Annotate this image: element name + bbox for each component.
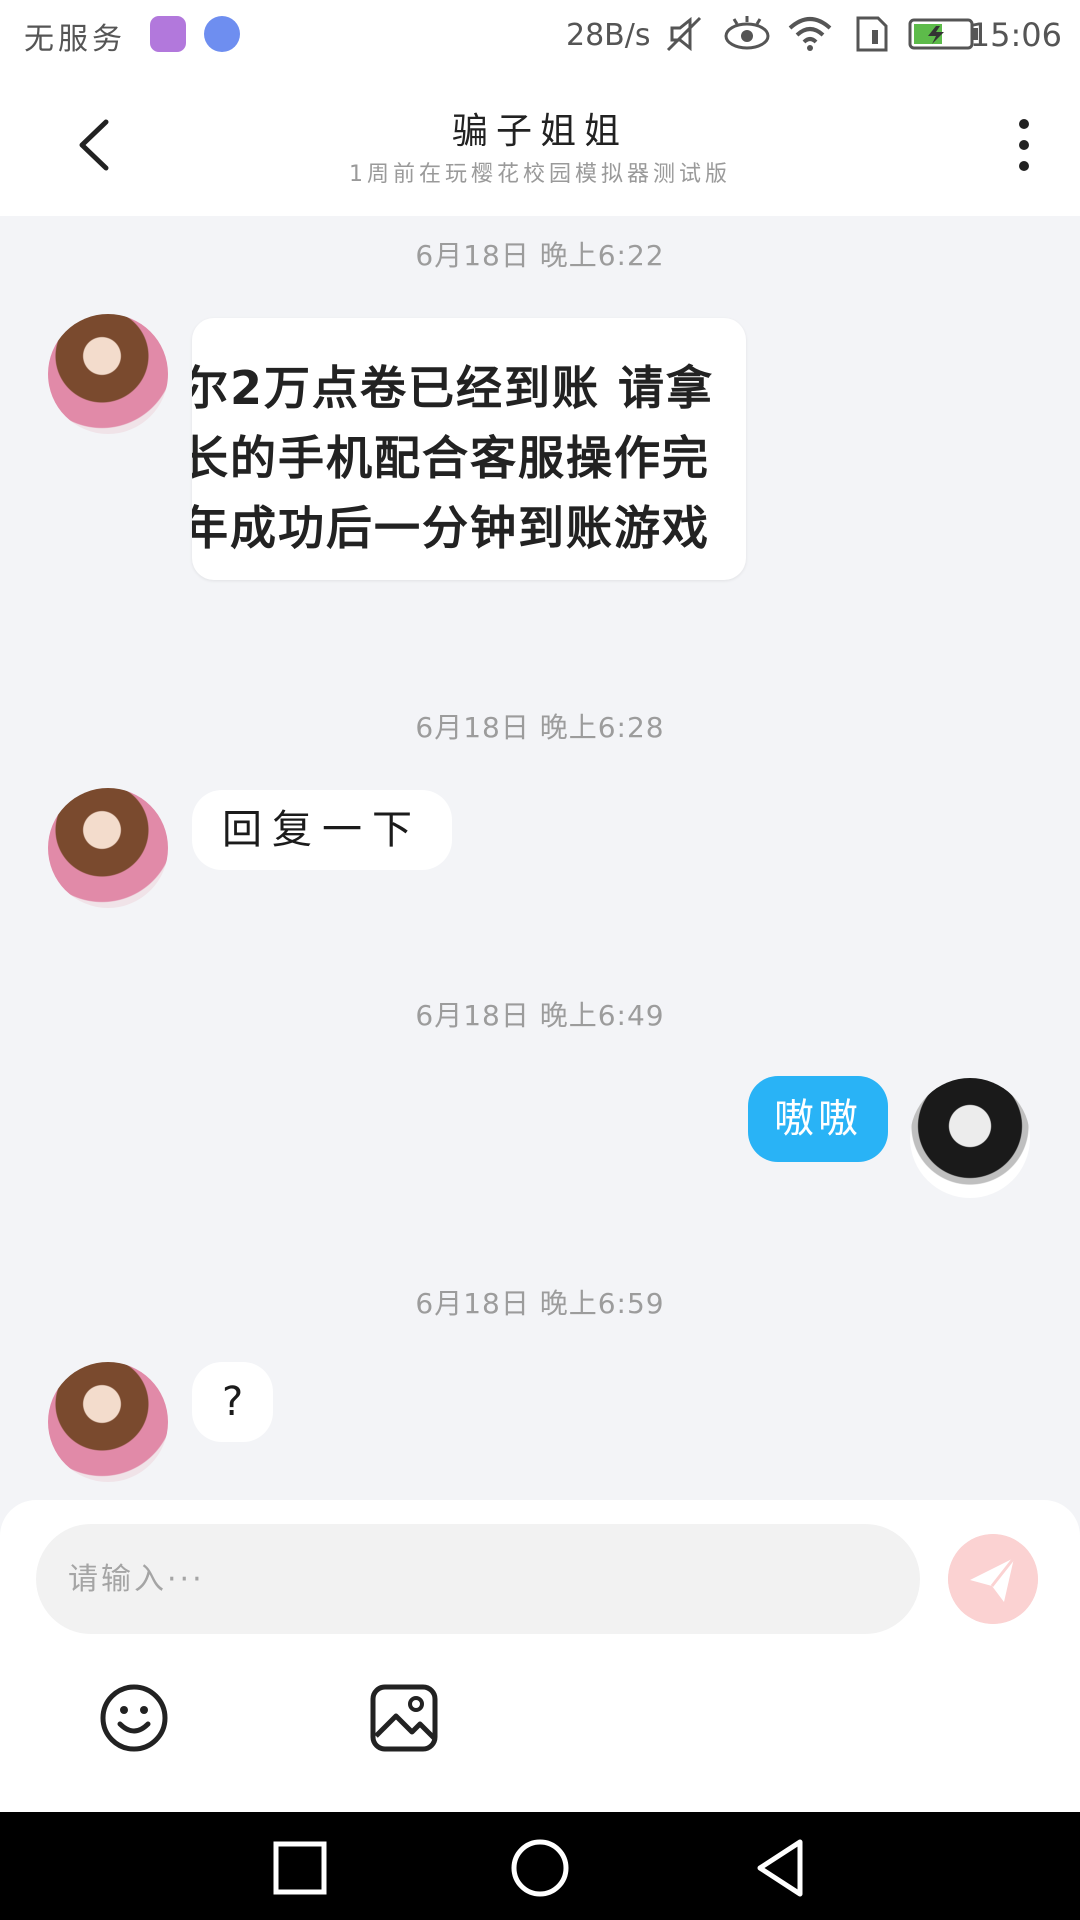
emoji-icon[interactable]	[98, 1682, 170, 1754]
contact-avatar[interactable]	[48, 788, 168, 908]
music-notification-icon	[204, 16, 240, 52]
message-timestamp: 6月18日 晚上6:28	[415, 711, 665, 744]
image-text-line: 长的手机配合客服操作完	[192, 431, 710, 485]
carrier-text: 无服务	[24, 22, 126, 57]
clock: 15:06	[969, 16, 1062, 54]
message-timestamp: 6月18日 晚上6:59	[415, 1287, 665, 1320]
image-message[interactable]: 尔2万点卷已经到账 请拿 长的手机配合客服操作完 年成功后一分钟到账游戏	[192, 318, 746, 580]
network-speed: 28B/s	[566, 18, 651, 53]
chat-header: 骗子姐姐 1周前在玩樱花校园模拟器测试版	[0, 74, 1080, 216]
gallery-notification-icon	[150, 16, 186, 52]
contact-activity-status: 1周前在玩樱花校园模拟器测试版	[349, 162, 731, 187]
image-picker-icon[interactable]	[368, 1682, 440, 1754]
message-timestamp: 6月18日 晚上6:49	[415, 999, 665, 1032]
recent-apps-icon[interactable]	[268, 1836, 332, 1900]
image-text-line: 年成功后一分钟到账游戏	[192, 501, 710, 555]
composer-panel	[0, 1500, 1080, 1812]
text-message[interactable]: 回复一下	[192, 790, 452, 870]
contact-name: 骗子姐姐	[451, 111, 628, 152]
contact-avatar[interactable]	[48, 1362, 168, 1482]
status-bar: 无服务 28B/s 15:06	[0, 0, 1080, 74]
message-list[interactable]: 6月18日 晚上6:22 尔2万点卷已经到账 请拿 长的手机配合客服操作完 年成…	[0, 216, 1080, 1500]
contact-avatar[interactable]	[48, 314, 168, 434]
back-nav-icon[interactable]	[748, 1836, 812, 1900]
system-nav-bar	[0, 1812, 1080, 1920]
send-icon[interactable]	[948, 1534, 1038, 1624]
mute-icon	[666, 16, 702, 52]
image-text-line: 尔2万点卷已经到账 请拿	[192, 361, 715, 415]
eye-comfort-icon	[724, 16, 770, 50]
more-options-icon[interactable]	[1004, 110, 1044, 180]
my-text-message[interactable]: 嗷嗷	[748, 1076, 888, 1162]
my-avatar[interactable]	[910, 1078, 1030, 1198]
sim-card-icon	[856, 16, 888, 52]
text-message[interactable]: ?	[192, 1362, 274, 1442]
home-icon[interactable]	[508, 1836, 572, 1900]
wifi-icon	[788, 17, 832, 51]
message-timestamp: 6月18日 晚上6:22	[415, 239, 665, 272]
message-input[interactable]	[36, 1524, 920, 1634]
